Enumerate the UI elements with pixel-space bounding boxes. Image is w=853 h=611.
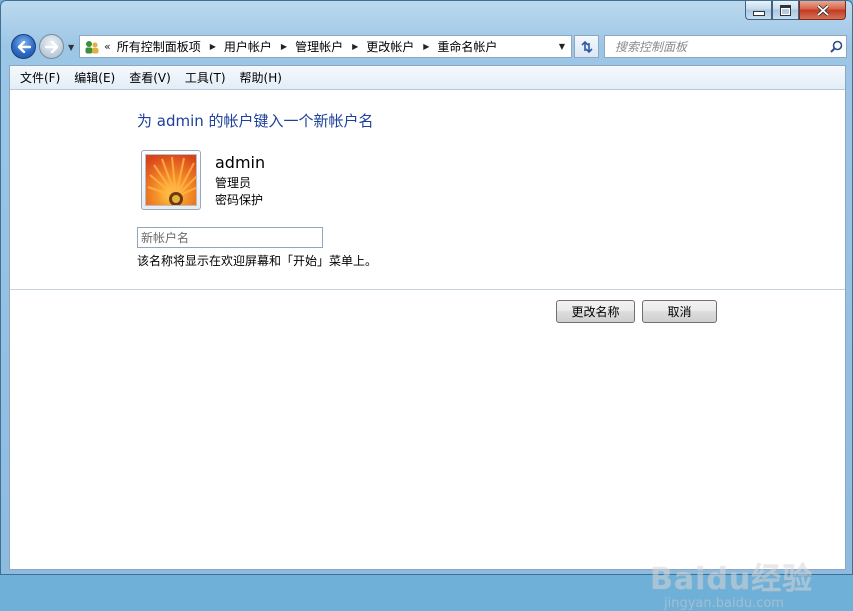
navigation-bar: ▼ « 所有控制面板项 ▶ 用户帐户 ▶ 管理帐户 ▶ 更改帐户 ▶ 重命名帐户…: [7, 31, 847, 63]
rename-button[interactable]: 更改名称: [556, 300, 635, 323]
new-account-name-input[interactable]: [137, 227, 323, 248]
search-icon[interactable]: [826, 40, 846, 53]
watermark-brand: Baidu经验: [650, 562, 814, 597]
user-accounts-icon: [83, 38, 101, 56]
breadcrumb-separator-icon[interactable]: ▶: [281, 42, 287, 51]
address-history-dropdown-icon[interactable]: ▼: [553, 36, 571, 57]
back-button[interactable]: [11, 34, 36, 59]
menu-tools[interactable]: 工具(T): [180, 69, 231, 86]
menu-edit[interactable]: 编辑(E): [69, 69, 120, 86]
breadcrumb-item[interactable]: 所有控制面板项: [117, 38, 201, 55]
search-input[interactable]: [613, 38, 826, 55]
menu-help[interactable]: 帮助(H): [235, 69, 287, 86]
menu-view[interactable]: 查看(V): [124, 69, 176, 86]
minimize-button[interactable]: [745, 1, 772, 20]
account-type: 管理员: [215, 176, 252, 190]
refresh-icon: [580, 40, 593, 53]
breadcrumb-separator-icon[interactable]: ▶: [352, 42, 358, 51]
search-box: [604, 35, 847, 58]
close-icon: [816, 4, 829, 16]
refresh-button[interactable]: [574, 35, 599, 58]
breadcrumb-item[interactable]: 更改帐户: [366, 38, 414, 55]
maximize-button[interactable]: [772, 1, 799, 20]
divider: [10, 289, 845, 290]
forward-button[interactable]: [39, 34, 64, 59]
content-area: 文件(F) 编辑(E) 查看(V) 工具(T) 帮助(H) 为 admin 的帐…: [9, 65, 846, 611]
maximize-icon: [780, 4, 791, 16]
cancel-button[interactable]: 取消: [642, 300, 717, 323]
password-status: 密码保护: [215, 193, 264, 207]
overflow-chevron-icon[interactable]: «: [104, 40, 111, 53]
control-panel-window: ▼ « 所有控制面板项 ▶ 用户帐户 ▶ 管理帐户 ▶ 更改帐户 ▶ 重命名帐户…: [0, 0, 853, 611]
back-arrow-icon: [17, 40, 31, 53]
close-button[interactable]: [799, 1, 846, 20]
breadcrumb-item[interactable]: 重命名帐户: [437, 38, 497, 55]
forward-arrow-icon: [44, 40, 58, 53]
breadcrumb-separator-icon[interactable]: ▶: [210, 42, 216, 51]
account-name: admin: [215, 153, 266, 172]
page-title: 为 admin 的帐户键入一个新帐户名: [137, 112, 374, 130]
avatar: [141, 150, 201, 210]
breadcrumb-separator-icon[interactable]: ▶: [423, 42, 429, 51]
menu-bar: 文件(F) 编辑(E) 查看(V) 工具(T) 帮助(H): [10, 66, 845, 90]
menu-file[interactable]: 文件(F): [15, 69, 65, 86]
watermark: Baidu经验 jingyan.baidu.com: [650, 554, 813, 611]
watermark-url: jingyan.baidu.com: [664, 596, 784, 611]
address-bar[interactable]: « 所有控制面板项 ▶ 用户帐户 ▶ 管理帐户 ▶ 更改帐户 ▶ 重命名帐户 ▼: [79, 35, 572, 58]
breadcrumb-item[interactable]: 用户帐户: [224, 38, 272, 55]
window-controls: [745, 1, 846, 20]
recent-pages-dropdown-icon[interactable]: ▼: [68, 43, 74, 52]
minimize-icon: [752, 10, 765, 16]
flower-avatar-icon: [145, 154, 197, 206]
hint-text: 该名称将显示在欢迎屏幕和「开始」菜单上。: [137, 254, 378, 268]
breadcrumb-item[interactable]: 管理帐户: [295, 38, 343, 55]
breadcrumb: 所有控制面板项 ▶ 用户帐户 ▶ 管理帐户 ▶ 更改帐户 ▶ 重命名帐户: [117, 38, 498, 55]
